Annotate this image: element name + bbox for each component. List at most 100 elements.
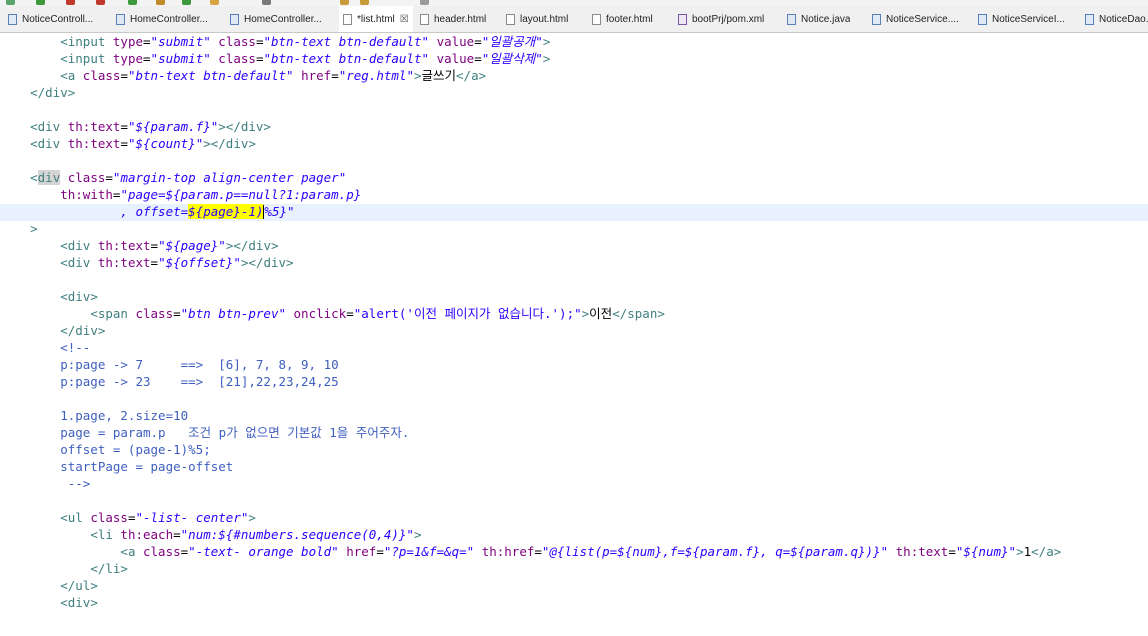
- code-token: offset = (page-1)%5;: [0, 442, 211, 457]
- code-line[interactable]: startPage = page-offset: [0, 458, 1061, 475]
- code-line[interactable]: <input type="submit" class="btn-text btn…: [0, 50, 1061, 67]
- editor-tab[interactable]: header.html: [416, 6, 498, 32]
- code-token: <div: [30, 119, 68, 134]
- code-line[interactable]: <div class="margin-top align-center page…: [0, 169, 1061, 186]
- search-icon[interactable]: [262, 0, 271, 5]
- code-line[interactable]: p:page -> 7 ==> [6], 7, 8, 9, 10: [0, 356, 1061, 373]
- xml-file-icon: [678, 13, 687, 25]
- code-token: 글쓰기: [421, 68, 457, 83]
- code-token: "btn-text btn-default": [127, 68, 294, 83]
- code-line[interactable]: th:with="page=${param.p==null?1:param.p}: [0, 186, 1061, 203]
- code-line[interactable]: page = param.p 조건 p가 없으면 기본값 1을 주어주자.: [0, 424, 1061, 441]
- editor-tab-label: footer.html: [606, 13, 653, 25]
- editor-tab[interactable]: HomeController...: [226, 6, 336, 32]
- editor-tab-label: HomeController...: [244, 13, 322, 25]
- code-token: </a>: [1031, 544, 1062, 559]
- code-token: type: [112, 34, 144, 49]
- code-token: th:text: [67, 136, 121, 151]
- package-icon[interactable]: [156, 0, 165, 5]
- code-text[interactable]: <input type="submit" class="btn-text btn…: [0, 33, 1061, 611]
- arrow-left-icon[interactable]: [340, 0, 349, 5]
- code-line[interactable]: <div>: [0, 594, 1061, 611]
- code-line[interactable]: <div>: [0, 288, 1061, 305]
- code-line[interactable]: , offset=${page}-1)%5}": [0, 203, 1061, 220]
- code-editor[interactable]: <input type="submit" class="btn-text btn…: [0, 33, 1148, 636]
- play-icon[interactable]: [128, 0, 137, 5]
- code-token: 1: [1023, 544, 1032, 559]
- code-line[interactable]: </div>: [0, 84, 1061, 101]
- back-icon[interactable]: [6, 0, 15, 5]
- code-token: div: [37, 170, 61, 185]
- code-token: "submit": [150, 51, 211, 66]
- code-line[interactable]: <li th:each="num:${#numbers.sequence(0,4…: [0, 526, 1061, 543]
- code-line[interactable]: <div th:text="${param.f}"></div>: [0, 118, 1061, 135]
- editor-tab[interactable]: footer.html: [588, 6, 670, 32]
- code-line[interactable]: 1.page, 2.size=10: [0, 407, 1061, 424]
- code-line[interactable]: <div th:text="${count}"></div>: [0, 135, 1061, 152]
- code-token: </div>: [30, 85, 76, 100]
- stop-icon[interactable]: [66, 0, 75, 5]
- code-line[interactable]: >: [0, 220, 1061, 237]
- code-token: <input: [60, 51, 113, 66]
- editor-tab[interactable]: HomeController...: [112, 6, 222, 32]
- debug-icon[interactable]: [96, 0, 105, 5]
- code-line[interactable]: </div>: [0, 322, 1061, 339]
- editor-tab[interactable]: NoticeService....: [868, 6, 970, 32]
- code-line[interactable]: </li>: [0, 560, 1061, 577]
- code-line[interactable]: <!--: [0, 339, 1061, 356]
- refresh-icon[interactable]: [182, 0, 191, 5]
- editor-tab[interactable]: NoticeDao.ja: [1081, 6, 1148, 32]
- code-line[interactable]: <input type="submit" class="btn-text btn…: [0, 33, 1061, 50]
- code-line[interactable]: <a class="btn-text btn-default" href="re…: [0, 67, 1061, 84]
- editor-tab[interactable]: bootPrj/pom.xml: [674, 6, 779, 32]
- code-token: class: [67, 170, 106, 185]
- editor-tab[interactable]: NoticeControll...: [4, 6, 108, 32]
- close-tab-icon[interactable]: ☒: [400, 14, 409, 25]
- code-token: ></div>: [225, 238, 279, 253]
- code-token: =: [120, 136, 128, 151]
- code-line[interactable]: p:page -> 23 ==> [21],22,23,24,25: [0, 373, 1061, 390]
- editor-tab-label: NoticeDao.ja: [1099, 13, 1148, 25]
- code-line[interactable]: [0, 152, 1061, 169]
- code-line[interactable]: <span class="btn btn-prev" onclick="aler…: [0, 305, 1061, 322]
- code-token: </ul>: [60, 578, 98, 593]
- editor-tab[interactable]: *list.html ☒: [339, 6, 413, 32]
- editor-tab[interactable]: NoticeServiceI...: [974, 6, 1077, 32]
- code-line[interactable]: [0, 101, 1061, 118]
- code-line[interactable]: [0, 492, 1061, 509]
- code-token: th:with: [60, 187, 113, 202]
- java-file-icon: [230, 13, 239, 25]
- code-token: </span>: [612, 306, 665, 321]
- code-token: p:page -> 7 ==> [6], 7, 8, 9, 10: [0, 357, 339, 372]
- code-line[interactable]: <a class="-text- orange bold" href="?p=1…: [0, 543, 1061, 560]
- window-icon[interactable]: [420, 0, 429, 5]
- code-token: =: [105, 170, 113, 185]
- editor-tab[interactable]: Notice.java: [783, 6, 865, 32]
- code-line[interactable]: [0, 271, 1061, 288]
- editor-tab-bar: NoticeControll... HomeController... HomeCo…: [0, 6, 1148, 33]
- code-line[interactable]: -->: [0, 475, 1061, 492]
- code-token: class: [135, 306, 174, 321]
- code-line[interactable]: <div th:text="${page}"></div>: [0, 237, 1061, 254]
- folder-icon[interactable]: [210, 0, 219, 5]
- editor-tab[interactable]: layout.html: [502, 6, 584, 32]
- html-file-icon: [592, 13, 601, 25]
- code-line[interactable]: <ul class="-list- center">: [0, 509, 1061, 526]
- run-icon[interactable]: [36, 0, 45, 5]
- code-token: onclick: [293, 306, 347, 321]
- code-line[interactable]: <div th:text="${offset}"></div>: [0, 254, 1061, 271]
- code-token: 이전: [589, 306, 613, 321]
- editor-tab-label: NoticeControll...: [22, 13, 94, 25]
- code-line[interactable]: offset = (page-1)%5;: [0, 441, 1061, 458]
- code-token: class: [218, 34, 256, 49]
- code-token: <div>: [60, 595, 98, 610]
- arrow-right-icon[interactable]: [360, 0, 369, 5]
- code-line[interactable]: </ul>: [0, 577, 1061, 594]
- code-line[interactable]: [0, 390, 1061, 407]
- code-token: =: [120, 119, 128, 134]
